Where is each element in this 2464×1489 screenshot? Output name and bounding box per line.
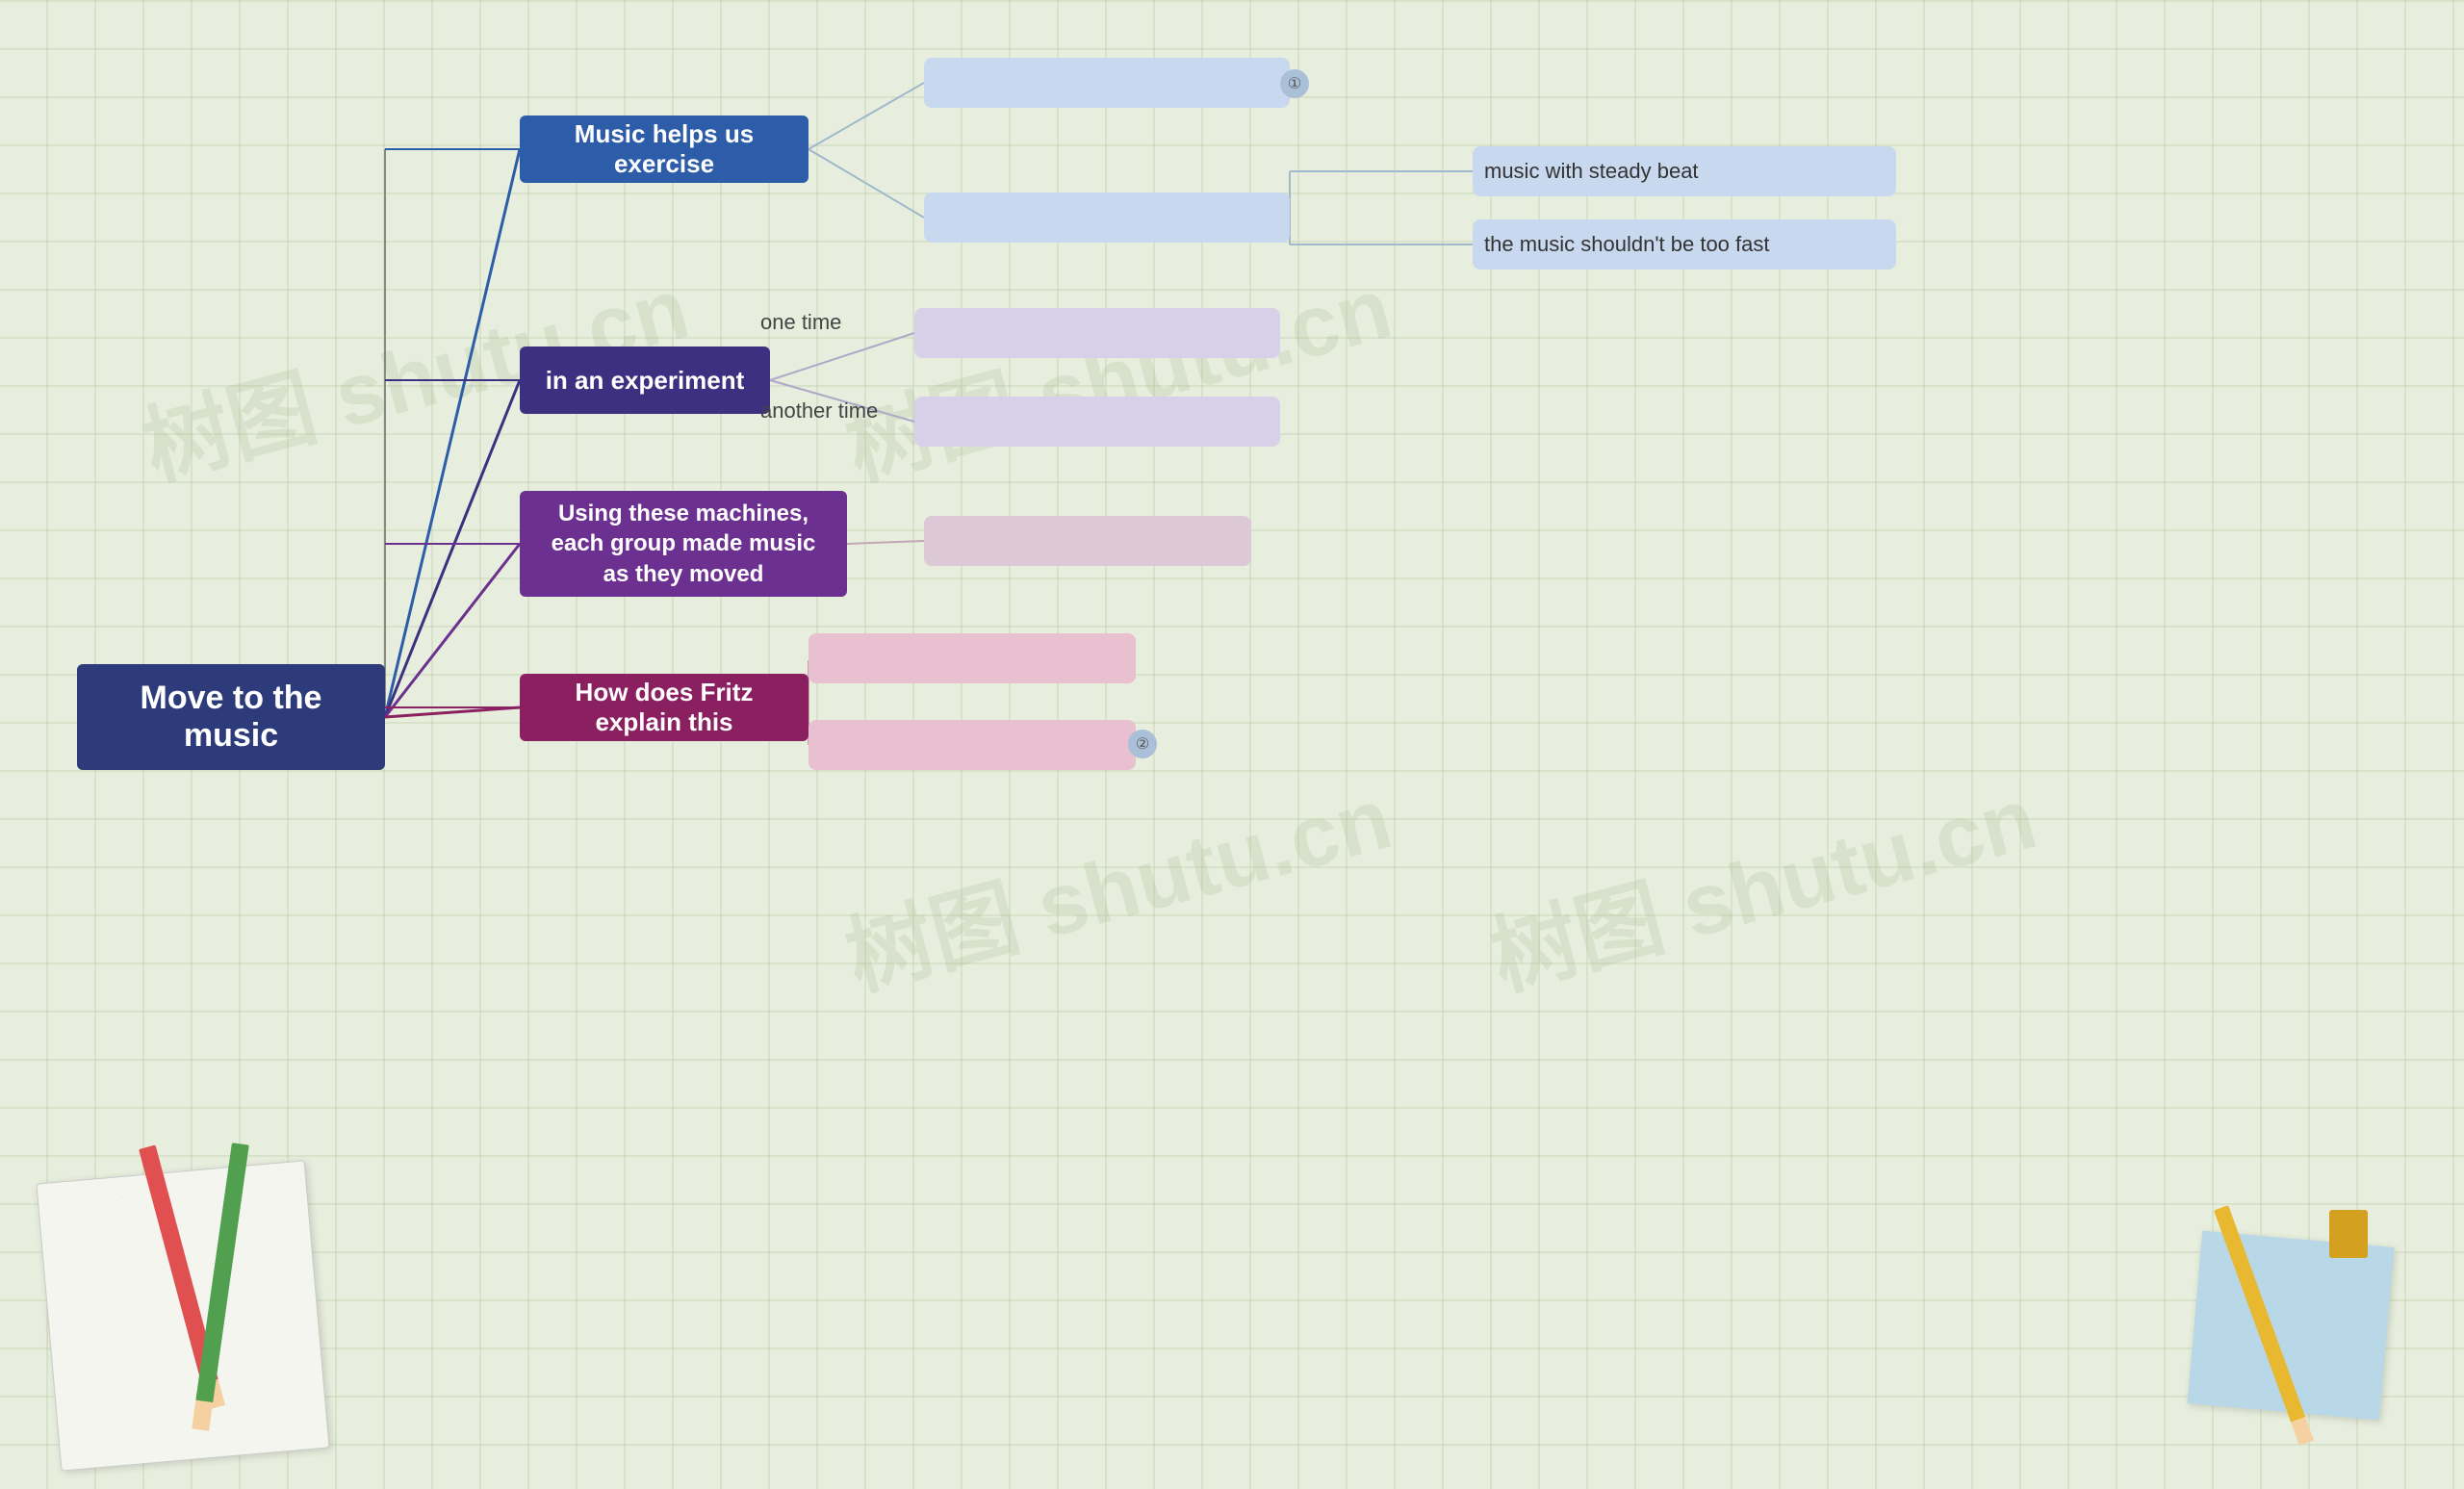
binder-clip-decoration	[2329, 1210, 2368, 1258]
leaf-branch1-1	[924, 58, 1290, 108]
branch3-node: Using these machines, each group made mu…	[520, 491, 847, 597]
branch1-node: Music helps us exercise	[520, 116, 808, 183]
root-node: Move to the music	[77, 664, 385, 770]
leaf-branch1-2b: the music shouldn't be too fast	[1473, 219, 1896, 270]
label-one-time: one time	[760, 310, 841, 335]
leaf-branch4-2	[808, 720, 1136, 770]
branch2-node: in an experiment	[520, 347, 770, 414]
leaf-branch1-2a: music with steady beat	[1473, 146, 1896, 196]
leaf-branch1-2	[924, 193, 1290, 243]
label-another-time: another time	[760, 398, 878, 424]
branch4-node: How does Fritz explain this	[520, 674, 808, 741]
num-circle-1: ①	[1280, 69, 1309, 98]
leaf-branch4-1	[808, 633, 1136, 683]
leaf-branch2-1	[914, 308, 1280, 358]
leaf-branch2-2	[914, 397, 1280, 447]
leaf-branch3-1	[924, 516, 1251, 566]
num-circle-2: ②	[1128, 730, 1157, 758]
